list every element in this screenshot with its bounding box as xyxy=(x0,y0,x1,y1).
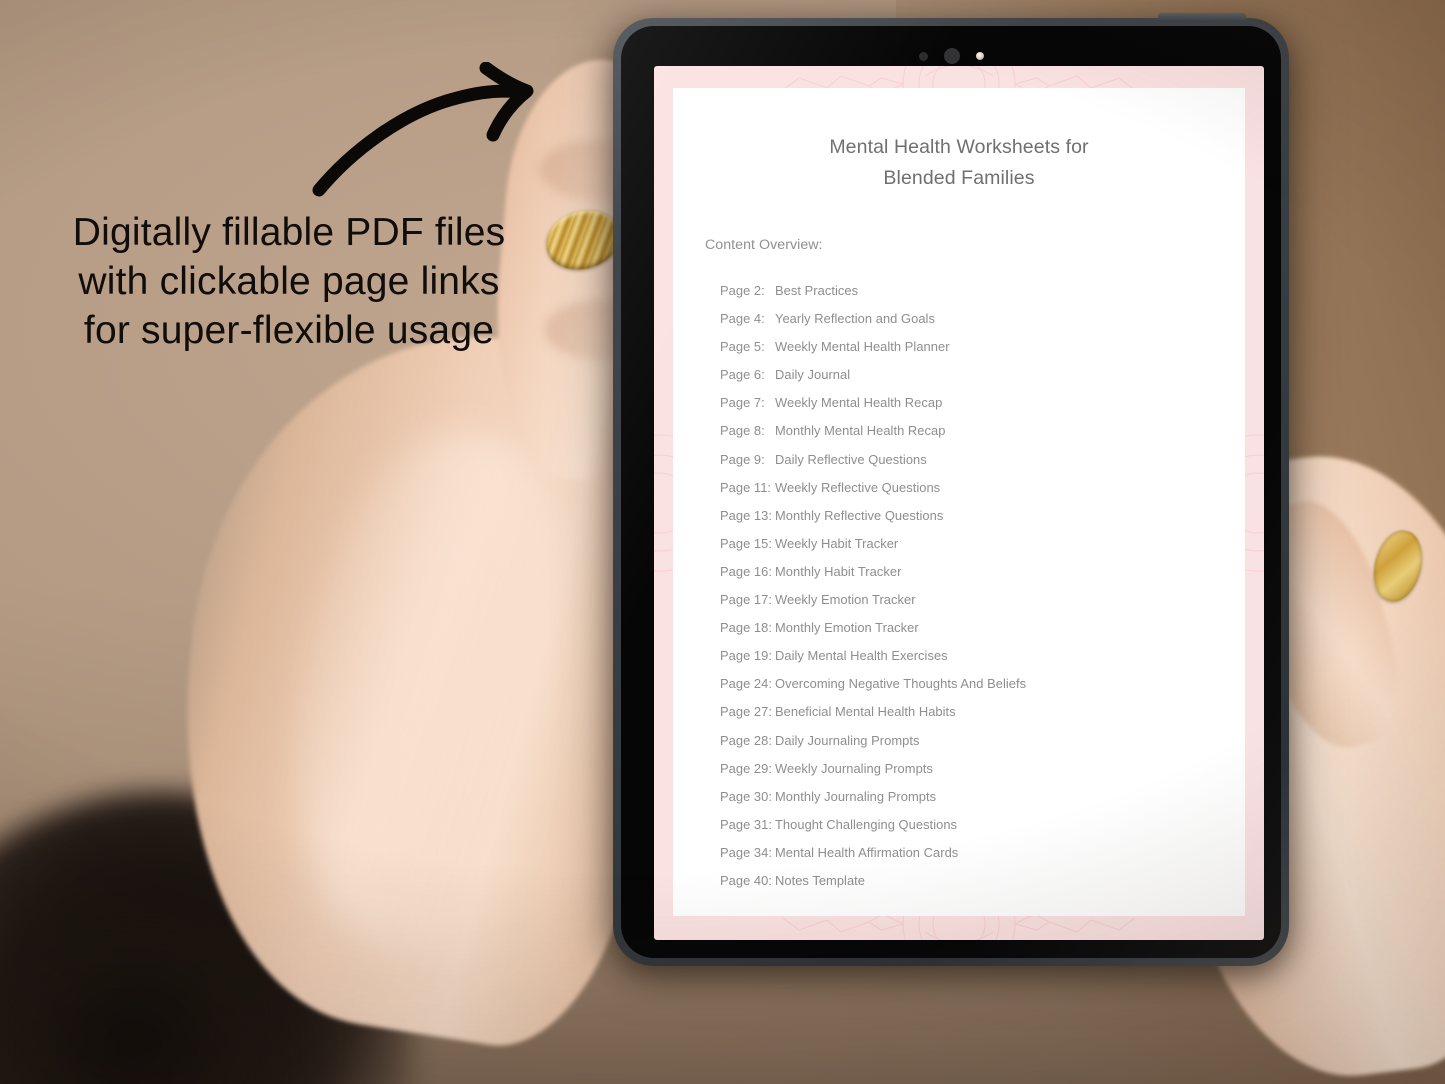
scene: Digitally fillable PDF files with clicka… xyxy=(0,0,1445,1084)
scene-vignette xyxy=(0,0,1445,1084)
